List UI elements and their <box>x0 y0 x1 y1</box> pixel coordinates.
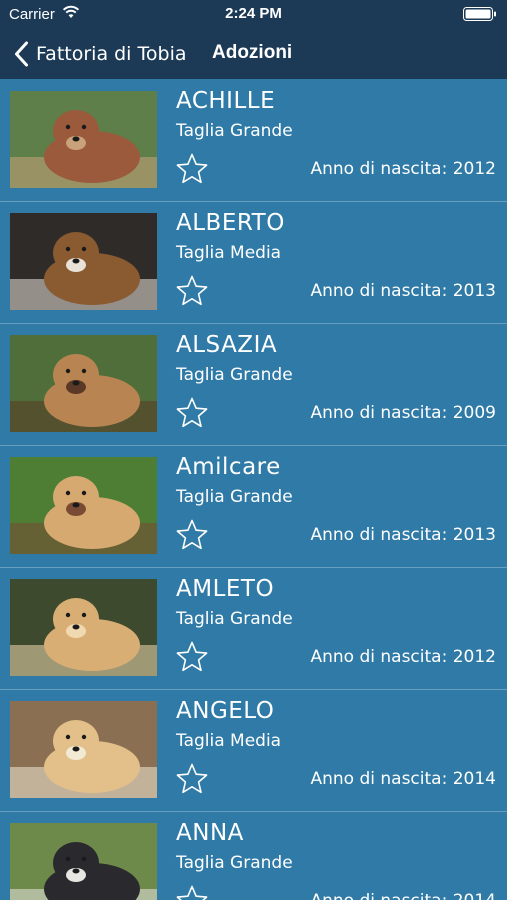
favorite-star-icon[interactable] <box>175 884 209 900</box>
favorite-star-icon[interactable] <box>175 640 209 674</box>
birth-year-value: 2012 <box>452 647 496 667</box>
dog-list-item[interactable]: ALBERTO Taglia Media Anno di nascita: 2013 <box>0 202 507 324</box>
favorite-star-icon[interactable] <box>175 396 209 430</box>
birth-year-label: Anno di nascita: <box>310 159 448 179</box>
dog-photo <box>10 701 157 798</box>
favorite-star-icon[interactable] <box>175 152 209 186</box>
birth-year: Anno di nascita: 2014 <box>310 769 496 789</box>
dog-list[interactable]: ACHILLE Taglia Grande Anno di nascita: 201… <box>0 80 507 900</box>
dog-list-item[interactable]: ANNA Taglia Grande Anno di nascita: 2014 <box>0 812 507 900</box>
dog-photo <box>10 457 157 554</box>
dog-name: ACHILLE <box>176 88 276 114</box>
dog-photo <box>10 579 157 676</box>
birth-year-label: Anno di nascita: <box>310 647 448 667</box>
birth-year-value: 2009 <box>452 403 496 423</box>
birth-year-value: 2014 <box>453 891 496 900</box>
dog-list-item[interactable]: ACHILLE Taglia Grande Anno di nascita: 201… <box>0 80 507 202</box>
birth-year-value: 2013 <box>452 281 496 301</box>
birth-year-value: 2013 <box>452 525 496 545</box>
dog-size: Taglia Grande <box>176 609 293 629</box>
birth-year-label: Anno di nascita: <box>310 281 448 301</box>
birth-year-value: 2012 <box>452 159 496 179</box>
dog-photo <box>10 213 157 310</box>
dog-name: ANGELO <box>176 698 275 724</box>
favorite-star-icon[interactable] <box>175 762 209 796</box>
dog-name: ALBERTO <box>176 210 285 236</box>
birth-year-label: Anno di nascita: <box>310 891 447 900</box>
dog-list-item[interactable]: Amilcare Taglia Grande Anno di nascita: 20… <box>0 446 507 568</box>
birth-year: Anno di nascita: 2012 <box>310 647 496 667</box>
birth-year: Anno di nascita: 2012 <box>310 159 496 179</box>
dog-name: ANNA <box>176 820 244 846</box>
dog-size: Taglia Grande <box>176 365 293 385</box>
birth-year: Anno di nascita: 2014 <box>310 891 496 900</box>
dog-name: ALSAZIA <box>176 332 278 358</box>
dog-list-item[interactable]: ANGELO Taglia Media Anno di nascita: 2014 <box>0 690 507 812</box>
dog-size: Taglia Grande <box>176 853 293 873</box>
dog-name: AMLETO <box>176 576 275 602</box>
birth-year-label: Anno di nascita: <box>310 403 448 423</box>
navigation-bar: Fattoria di Tobia Adozioni <box>0 30 507 79</box>
page-title: Adozioni <box>212 42 293 63</box>
battery-icon <box>463 7 496 21</box>
birth-year-label: Anno di nascita: <box>310 525 448 545</box>
back-button-label: Fattoria di Tobia <box>36 43 187 65</box>
clock: 2:24 PM <box>225 5 282 22</box>
dog-list-item[interactable]: AMLETO Taglia Grande Anno di nascita: 2012 <box>0 568 507 690</box>
dog-photo <box>10 335 157 432</box>
birth-year-value: 2014 <box>452 769 496 789</box>
favorite-star-icon[interactable] <box>175 518 209 552</box>
dog-list-item[interactable]: ALSAZIA Taglia Grande Anno di nascita: 200… <box>0 324 507 446</box>
dog-size: Taglia Grande <box>176 487 293 507</box>
birth-year: Anno di nascita: 2013 <box>310 281 496 301</box>
dog-name: Amilcare <box>176 454 281 480</box>
back-button[interactable]: Fattoria di Tobia <box>14 40 187 68</box>
dog-photo <box>10 91 157 188</box>
chevron-left-icon <box>15 41 28 67</box>
dog-size: Taglia Media <box>176 731 282 751</box>
favorite-star-icon[interactable] <box>175 274 209 308</box>
dog-size: Taglia Grande <box>176 121 293 141</box>
birth-year-label: Anno di nascita: <box>310 769 448 789</box>
birth-year: Anno di nascita: 2009 <box>310 403 496 423</box>
dog-size: Taglia Media <box>176 243 282 263</box>
status-bar: Carrier 2:24 PM <box>0 0 507 30</box>
dog-photo <box>10 823 157 900</box>
birth-year: Anno di nascita: 2013 <box>310 525 496 545</box>
